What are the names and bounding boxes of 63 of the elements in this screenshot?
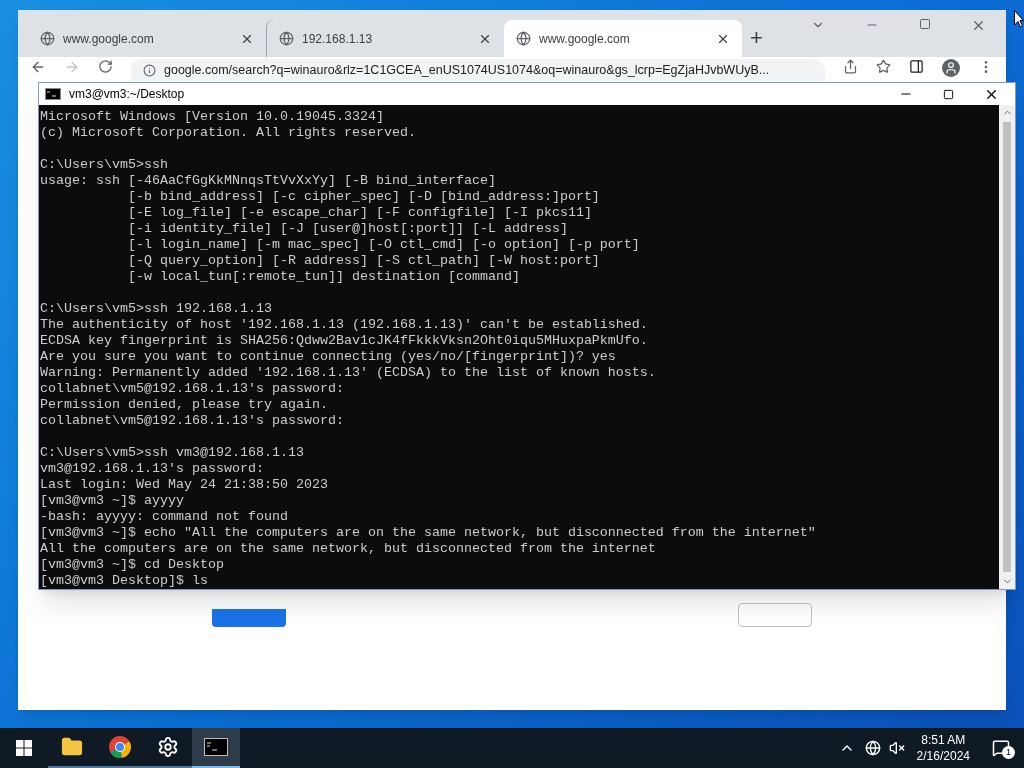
globe-icon: [279, 31, 294, 46]
scrollbar[interactable]: [999, 105, 1015, 589]
terminal-line: collabnet\vm5@192.168.1.13's password:: [40, 381, 345, 397]
notification-icon[interactable]: [992, 739, 1010, 757]
notification-badge: 1: [1002, 746, 1015, 759]
clock-date[interactable]: 2/16/2024: [916, 748, 970, 764]
terminal-line: Are you sure you want to continue connecting (yes/no/[fingerprint])? yes: [40, 349, 617, 365]
terminal-line: ECDSA key fingerprint is SHA256:Qdww2Bav1cJK4fFkkkVksn2Oht0iqu5MHuxpaPkmUfo.: [40, 333, 649, 349]
terminal-line: [-Q query_option] [-R address] [-S ctl_path] [-W host:port]: [126, 253, 601, 269]
terminal-line: (c) Microsoft Corporation. All rights reserved.: [40, 125, 417, 141]
maximize-icon[interactable]: [943, 88, 954, 100]
terminal-line: C:\Users\vm5>ssh 192.168.1.13: [40, 301, 273, 317]
terminal-line: All the computers are on the same network, but disconnected from the internet: [40, 541, 657, 557]
terminal-line: [-i identity_file] [-J [user@]host[:port]] [-L address]: [126, 221, 569, 237]
terminal-line: [-l login_name] [-m mac_spec] [-O ctl_cmd] [-o option] [-p port]: [126, 237, 641, 253]
address-bar[interactable]: google.com/search?q=winauro&rlz=1C1GCEA_enUS1074US1074&oq=winauro&gs_lcrp=EgZjaHJvbWUyB...: [131, 59, 825, 81]
scroll-thumb[interactable]: [1003, 122, 1011, 572]
terminal-line: [-E log_file] [-e escape_char] [-F configfile] [-I pkcs11]: [126, 205, 593, 221]
profile-icon[interactable]: [942, 59, 960, 77]
terminal-line: [vm3@vm3 ~]$ cd Desktop: [40, 557, 225, 573]
terminal-line: C:\Users\vm5>ssh vm3@192.168.1.13: [40, 445, 305, 461]
terminal-line: usage: ssh [-46AaCfGgKkMNnqsTtVvXxYy] [-B bind_interface]: [40, 173, 497, 189]
new-tab-button[interactable]: +: [750, 27, 763, 49]
terminal-line: The authenticity of host '192.168.1.13 (192.168.1.13)' can't be established.: [40, 317, 649, 333]
terminal-icon: [204, 738, 228, 756]
browser-tab[interactable]: www.google.com: [28, 20, 266, 57]
terminal-line: [-b bind_address] [-c cipher_spec] [-D [bind_address:]port]: [126, 189, 601, 205]
back-icon[interactable]: [30, 59, 46, 75]
browser-tab[interactable]: www.google.com: [504, 20, 742, 57]
mouse-cursor-icon: [1014, 10, 1024, 28]
globe-icon: [40, 31, 55, 46]
window-title: vm3@vm3:~/Desktop: [69, 86, 185, 103]
terminal-icon: [45, 88, 61, 100]
network-icon[interactable]: [864, 740, 881, 756]
tab-title: www.google.com: [63, 30, 155, 48]
reload-icon[interactable]: [98, 59, 113, 74]
terminal-line: vm3@192.168.1.13's password:: [40, 461, 265, 477]
terminal-line: -bash: ayyyy: command not found: [40, 509, 289, 525]
terminal-line: collabnet\vm5@192.168.1.13's password:: [40, 413, 345, 429]
terminal-line: Microsoft Windows [Version 10.0.19045.3324]: [40, 109, 385, 125]
side-panel-icon[interactable]: [909, 59, 924, 74]
clock-time[interactable]: 8:51 AM: [921, 732, 966, 748]
folder-icon: [61, 736, 83, 758]
star-icon[interactable]: [876, 59, 891, 74]
terminal-line: Permission denied, please try again.: [40, 397, 329, 413]
terminal-line: [-w local_tun[:remote_tun]] destination [command]: [126, 269, 521, 285]
terminal-line: Warning: Permanently added '192.168.1.13' (ECDSA) to the list of known hosts.: [40, 365, 657, 381]
taskbar-app[interactable]: [192, 728, 240, 768]
terminal-line: [vm3@vm3 Desktop]$ ls: [40, 573, 209, 589]
gear-icon: [157, 736, 179, 758]
globe-icon: [516, 31, 531, 46]
terminal-line: [vm3@vm3 ~]$ ayyyy: [40, 493, 185, 509]
tab-title: 192.168.1.13: [302, 30, 374, 48]
windows-logo-icon: [16, 740, 32, 756]
info-icon[interactable]: [143, 63, 156, 77]
terminal-line: Last login: Wed May 24 21:38:50 2023: [40, 477, 329, 493]
tab-title: www.google.com: [539, 30, 631, 48]
share-icon[interactable]: [843, 59, 858, 74]
url-text: google.com/search?q=winauro&rlz=1C1GCEA_enUS1074US1074&oq=winauro&gs_lcrp=EgZjaHJvbWUyB...: [164, 62, 770, 78]
muted-speaker-icon[interactable]: [888, 740, 905, 756]
terminal-line: C:\Users\vm5>ssh: [40, 157, 169, 173]
terminal-line: [vm3@vm3 ~]$ echo "All the computers are on the same network, but disconnected from the internet": [40, 525, 817, 541]
chrome-icon: [108, 735, 132, 759]
